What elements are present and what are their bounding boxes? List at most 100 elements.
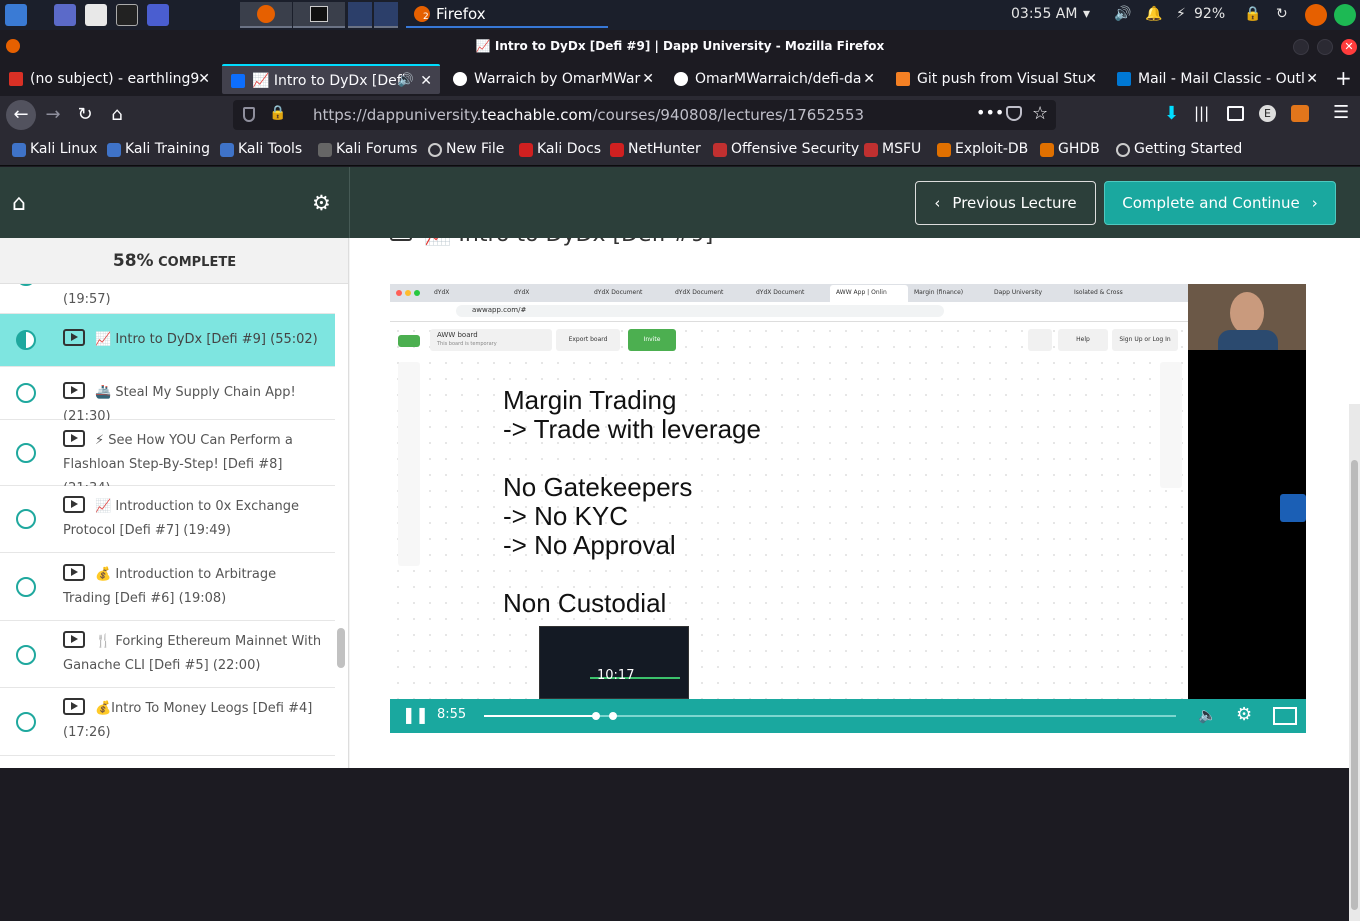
bookmark-kali-training[interactable]: Kali Training <box>107 141 210 157</box>
extension-e-icon[interactable]: E <box>1259 105 1276 122</box>
new-tab-icon[interactable]: + <box>1335 66 1352 90</box>
lock-icon[interactable]: 🔒 <box>1244 6 1261 22</box>
seek-handle[interactable] <box>592 712 600 720</box>
volume-icon[interactable]: 🔈 <box>1198 706 1217 724</box>
seek-bar[interactable] <box>484 712 1176 720</box>
metamask-icon[interactable] <box>1291 105 1309 122</box>
pause-icon[interactable]: ❚❚ <box>402 705 429 724</box>
minimize-button[interactable] <box>1293 39 1309 55</box>
bookmark-msfu[interactable]: MSFU <box>864 141 921 157</box>
scrollbar-thumb[interactable] <box>1351 460 1358 910</box>
close-tab-icon[interactable]: ✕ <box>420 66 432 94</box>
firefox-icon <box>6 39 20 53</box>
bookmark-star-icon[interactable]: ☆ <box>1032 103 1048 124</box>
url-bar[interactable]: 🔒 https://dappuniversity.teachable.com/c… <box>233 100 1056 130</box>
tab-outlook[interactable]: Mail - Mail Classic - Outl ✕ <box>1108 64 1326 94</box>
lecture-item[interactable]: ⚡ See How YOU Can Perform a Flashloan St… <box>0 420 335 496</box>
spotify-icon[interactable] <box>1334 4 1356 26</box>
tab-gmail[interactable]: (no subject) - earthling9 ✕ <box>0 64 218 94</box>
complete-and-continue-button[interactable]: Complete and Continue › <box>1104 181 1336 225</box>
bookmark-ghdb[interactable]: GHDB <box>1040 141 1100 157</box>
firefox-tray-icon[interactable] <box>1305 4 1327 26</box>
back-icon[interactable]: ← <box>6 100 36 130</box>
signup-button: Sign Up or Log In <box>1112 329 1178 351</box>
lecture-item[interactable]: 🚢 Steal My Supply Chain App! (21:30) <box>0 367 335 424</box>
clock[interactable]: 03:55 AM <box>1011 6 1077 22</box>
kali-docs-icon <box>519 143 533 157</box>
page-scrollbar[interactable] <box>1349 404 1360 921</box>
volume-icon[interactable]: 🔊 <box>1114 6 1131 22</box>
bookmark-kali-tools[interactable]: Kali Tools <box>220 141 302 157</box>
home-button <box>1028 329 1052 351</box>
wifi-icon[interactable]: ▾ <box>1083 6 1090 22</box>
notification-bell-icon[interactable]: 🔔 <box>1145 6 1162 22</box>
library-icon[interactable]: ||| <box>1194 104 1209 122</box>
task-terminal-thumb[interactable] <box>293 2 345 28</box>
bookmark-kali-forums[interactable]: Kali Forums <box>318 141 417 157</box>
bookmark-nethunter[interactable]: NetHunter <box>610 141 701 157</box>
lecture-item[interactable]: 💰 Introduction to Arbitrage Trading [Def… <box>0 553 335 621</box>
previous-lecture-button[interactable]: ‹ Previous Lecture <box>915 181 1096 225</box>
bookmark-offensive-security[interactable]: Offensive Security <box>713 141 859 157</box>
window-titlebar: 📈 Intro to DyDx [Defi #9] | Dapp Univers… <box>0 30 1360 62</box>
menu-icon[interactable]: ☰ <box>1333 102 1349 123</box>
reload-icon[interactable]: ↻ <box>72 103 98 127</box>
task-firefox[interactable]: 2 Firefox <box>406 2 608 28</box>
bookmark-kali-linux[interactable]: Kali Linux <box>12 141 97 157</box>
home-icon[interactable]: ⌂ <box>104 103 130 127</box>
refresh-icon[interactable]: ↻ <box>1276 6 1288 22</box>
close-window-button[interactable]: ✕ <box>1341 39 1357 55</box>
settings-gear-icon[interactable]: ⚙ <box>312 191 331 215</box>
seek-preview-thumbnail: 10:17 <box>539 626 689 699</box>
workspace-1[interactable] <box>348 2 372 28</box>
lecture-item-current[interactable]: 📈 Intro to DyDx [Defi #9] (55:02) <box>0 314 335 367</box>
settings-gear-icon[interactable]: ⚙ <box>1236 704 1252 725</box>
bookmark-kali-docs[interactable]: Kali Docs <box>519 141 601 157</box>
recorded-address-bar: awwapp.com/# <box>390 302 1188 322</box>
close-tab-icon[interactable]: ✕ <box>198 64 210 94</box>
kali-menu-icon[interactable] <box>5 4 27 26</box>
tab-intro-dydx[interactable]: 📈 Intro to DyDx [Defi 🔊 ✕ <box>222 64 440 94</box>
sidebar-icon[interactable] <box>1227 106 1244 121</box>
tab-stackoverflow[interactable]: Git push from Visual Stu ✕ <box>887 64 1105 94</box>
url-text[interactable]: https://dappuniversity.teachable.com/cou… <box>313 100 864 130</box>
file-manager-icon[interactable] <box>85 4 107 26</box>
desktop-icon[interactable] <box>54 4 76 26</box>
pocket-icon[interactable] <box>1006 106 1022 121</box>
shield-icon[interactable] <box>243 107 255 122</box>
close-tab-icon[interactable]: ✕ <box>863 64 875 94</box>
tab-github-warraich[interactable]: Warraich by OmarMWar ✕ <box>444 64 662 94</box>
bookmark-getting-started[interactable]: Getting Started <box>1116 141 1242 157</box>
home-icon[interactable]: ⌂ <box>12 191 26 216</box>
terminal-icon[interactable] <box>116 4 138 26</box>
bookmark-new-file[interactable]: New File <box>428 141 504 157</box>
lecture-item[interactable]: 📈 Introduction to 0x Exchange Protocol [… <box>0 486 335 553</box>
forward-icon[interactable]: → <box>40 103 66 127</box>
maximize-button[interactable] <box>1317 39 1333 55</box>
stackoverflow-icon <box>896 72 910 86</box>
screen-recorder-icon[interactable] <box>147 4 169 26</box>
video-play-icon <box>63 631 85 648</box>
task-firefox-thumb[interactable] <box>240 2 292 28</box>
ghdb-icon <box>1040 143 1054 157</box>
close-tab-icon[interactable]: ✕ <box>1085 64 1097 94</box>
lecture-item[interactable]: 💰Intro To Money Leogs [Defi #4] (17:26) <box>0 688 335 756</box>
battery-icon[interactable]: ⚡ <box>1176 6 1186 22</box>
speaker-icon[interactable]: 🔊 <box>398 66 414 94</box>
picture-in-picture-icon[interactable] <box>1280 494 1306 522</box>
bookmark-exploit-db[interactable]: Exploit-DB <box>937 141 1028 157</box>
workspace-2[interactable] <box>374 2 398 28</box>
tab-label: (no subject) - earthling9 <box>30 71 200 87</box>
fullscreen-icon[interactable] <box>1273 707 1297 725</box>
tab-github-defi[interactable]: OmarMWarraich/defi-da ✕ <box>665 64 883 94</box>
incomplete-circle-icon <box>16 509 36 529</box>
page-actions-icon[interactable]: ••• <box>976 103 1004 122</box>
video-player[interactable]: dYdX dYdX dYdX Document dYdX Document dY… <box>390 284 1306 733</box>
window-count: 2 <box>423 12 429 22</box>
close-tab-icon[interactable]: ✕ <box>642 64 654 94</box>
close-tab-icon[interactable]: ✕ <box>1306 64 1318 94</box>
sidebar-scrollbar[interactable] <box>337 628 345 668</box>
downloads-icon[interactable]: ⬇ <box>1164 103 1179 124</box>
lecture-item[interactable]: 🍴 Forking Ethereum Mainnet With Ganache … <box>0 621 335 688</box>
lock-icon[interactable]: 🔒 <box>269 105 286 121</box>
